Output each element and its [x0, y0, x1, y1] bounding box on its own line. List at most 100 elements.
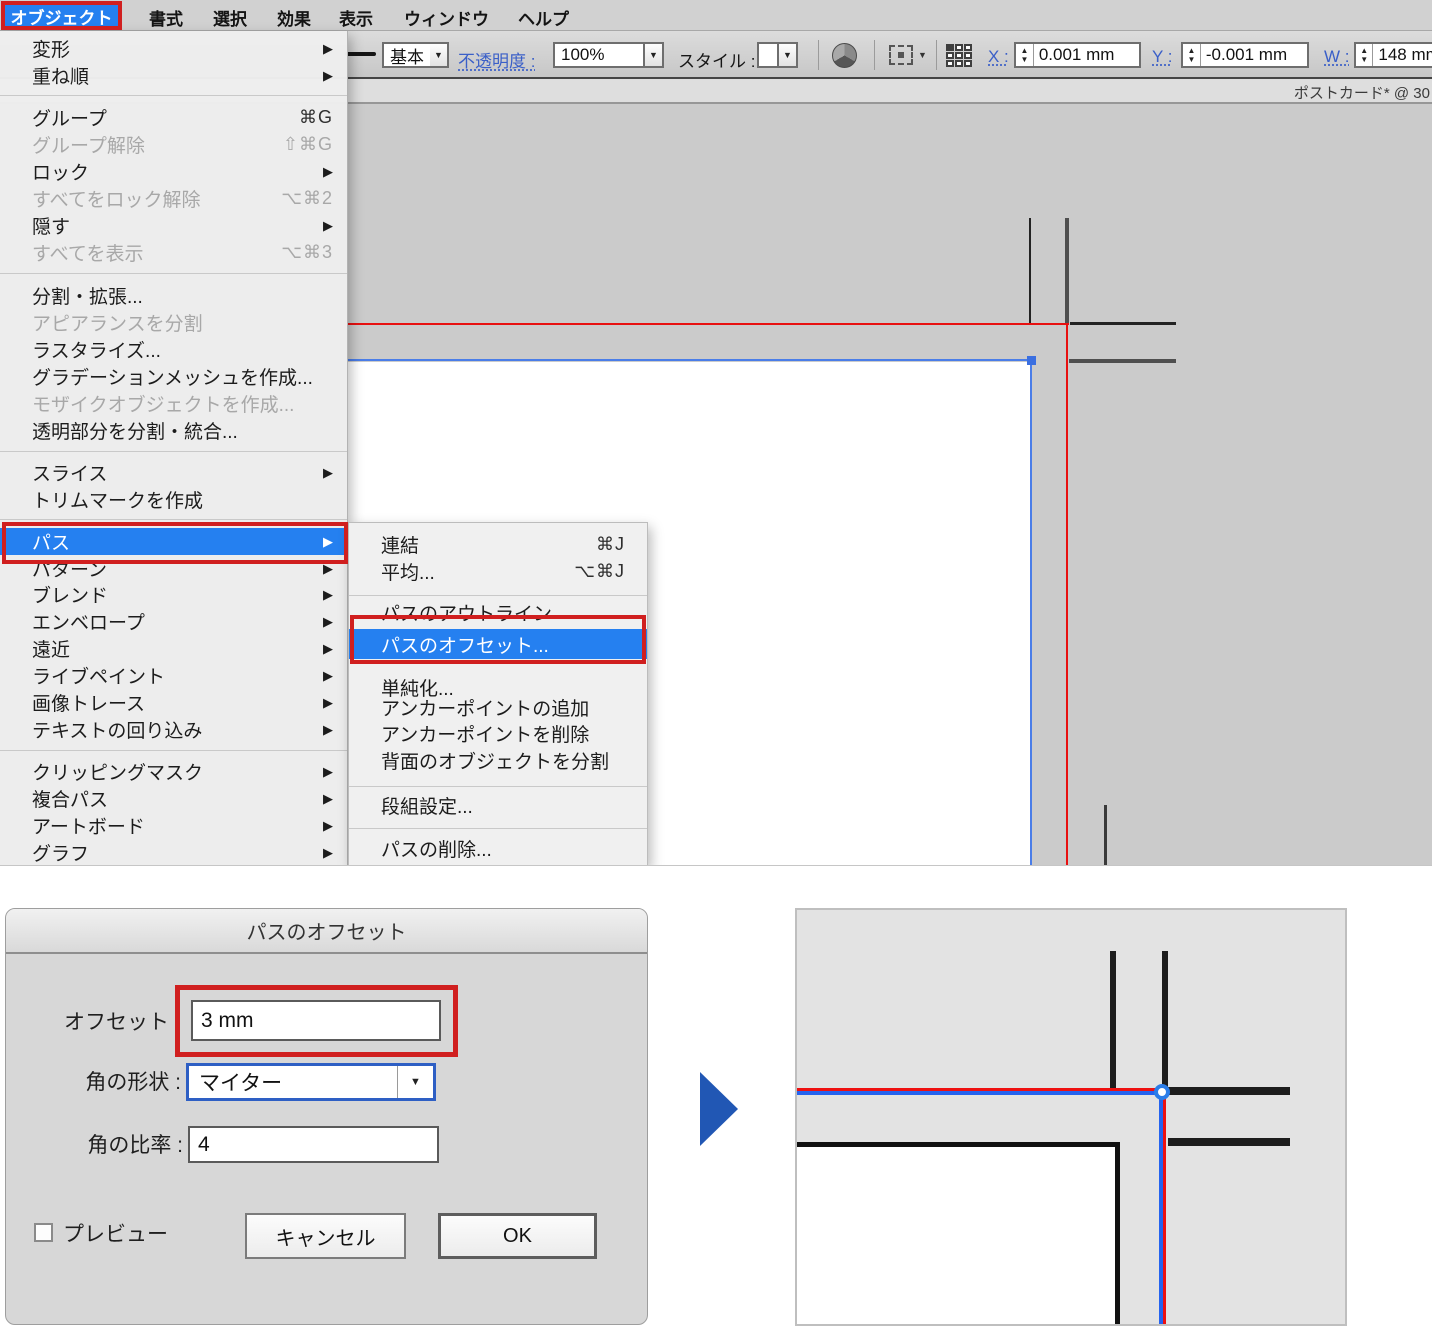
menu-item-mosaic: モザイクオブジェクトを作成... — [0, 390, 347, 417]
ok-button[interactable]: OK — [438, 1213, 597, 1259]
menu-item-live-paint[interactable]: ライブペイント▶ — [0, 662, 347, 689]
stroke-style-dropdown-icon[interactable]: ▼ — [430, 42, 449, 68]
menu-item-slice[interactable]: スライス▶ — [0, 459, 347, 486]
submenu-item-offset-path[interactable]: パスのオフセット... — [349, 629, 647, 659]
menu-item-expand[interactable]: 分割・拡張... — [0, 282, 347, 309]
menu-effect[interactable]: 効果 — [277, 5, 311, 30]
menu-item-text-wrap[interactable]: テキストの回り込み▶ — [0, 716, 347, 743]
y-stepper[interactable]: ▲▼ — [1183, 44, 1201, 66]
joins-dropdown-icon[interactable]: ▼ — [397, 1066, 433, 1098]
menu-item-group[interactable]: グループ⌘G — [0, 104, 347, 131]
menu-object[interactable]: オブジェクト — [5, 5, 118, 27]
menu-item-lock[interactable]: ロック▶ — [0, 158, 347, 185]
width-stepper[interactable]: ▲▼ — [1356, 44, 1373, 66]
illustrator-offset-path-tutorial: ポストカード* @ 30 基本 ▼ 不透明度 : ▼ スタイル : ▼ ▼ X … — [0, 0, 1432, 1328]
menu-item-rasterize[interactable]: ラスタライズ... — [0, 336, 347, 363]
recolor-artwork-icon[interactable] — [832, 43, 857, 68]
submenu-arrow-icon: ▶ — [323, 791, 333, 807]
toolbar-divider — [818, 40, 819, 70]
reference-point-locator-icon[interactable] — [946, 44, 972, 67]
submenu-item-join[interactable]: 連結⌘J — [349, 531, 647, 558]
offset-path-red-horizontal — [348, 323, 1069, 325]
menu-separator — [0, 519, 347, 520]
submenu-arrow-icon: ▶ — [323, 722, 333, 738]
submenu-arrow-icon: ▶ — [323, 764, 333, 780]
menu-item-perspective[interactable]: 遠近▶ — [0, 635, 347, 662]
document-tab[interactable]: ポストカード* @ 30 — [1294, 82, 1430, 103]
menu-type[interactable]: 書式 — [149, 5, 183, 30]
menu-item-flatten-transparency[interactable]: 透明部分を分割・統合... — [0, 417, 347, 444]
menu-help[interactable]: ヘルプ — [518, 5, 569, 30]
miter-limit-input[interactable] — [188, 1126, 439, 1163]
menu-view[interactable]: 表示 — [339, 5, 373, 30]
trim-mark-horizontal-top — [1168, 1087, 1290, 1095]
joins-value: マイター — [189, 1067, 397, 1097]
cancel-button[interactable]: キャンセル — [245, 1213, 406, 1259]
x-stepper[interactable]: ▲▼ — [1016, 44, 1034, 66]
trim-mark-vertical-inner — [1110, 951, 1116, 1093]
style-swatch[interactable] — [757, 42, 779, 68]
x-position-link[interactable]: X : — [988, 47, 1009, 67]
menu-separator — [0, 750, 347, 751]
trim-mark-vertical-inner — [1029, 218, 1031, 325]
width-input[interactable] — [1373, 44, 1432, 66]
postcard-artwork-corner — [797, 1142, 1120, 1326]
submenu-item-average[interactable]: 平均...⌥⌘J — [349, 558, 647, 585]
y-position-input[interactable] — [1201, 44, 1307, 66]
menu-item-hide[interactable]: 隠す▶ — [0, 212, 347, 239]
offset-path-dialog: パスのオフセット オフセット 角の形状 : マイター ▼ 角の比率 : プレビュ… — [5, 908, 648, 1325]
submenu-item-remove-anchor-points[interactable]: アンカーポイントを削除 — [349, 720, 647, 747]
submenu-item-divide-objects-below[interactable]: 背面のオブジェクトを分割 — [349, 747, 647, 774]
offset-label: オフセット — [26, 1009, 169, 1036]
stroke-preview-icon — [345, 52, 376, 56]
submenu-item-outline-stroke[interactable]: パスのアウトライン — [349, 599, 647, 626]
preview-checkbox[interactable] — [34, 1223, 53, 1242]
menu-select[interactable]: 選択 — [213, 5, 247, 30]
x-position-input[interactable] — [1034, 44, 1139, 66]
joins-select[interactable]: マイター ▼ — [186, 1063, 436, 1101]
selection-anchor-point[interactable] — [1027, 356, 1036, 365]
opacity-dropdown-icon[interactable]: ▼ — [645, 42, 664, 68]
menu-item-arrange[interactable]: 重ね順▶ — [0, 62, 347, 89]
menu-item-image-trace[interactable]: 画像トレース▶ — [0, 689, 347, 716]
menu-item-artboards[interactable]: アートボード▶ — [0, 812, 347, 839]
menu-item-trim-marks[interactable]: トリムマークを作成 — [0, 486, 347, 513]
menu-item-graph[interactable]: グラフ▶ — [0, 839, 347, 866]
menu-item-envelope[interactable]: エンベロープ▶ — [0, 608, 347, 635]
opacity-link[interactable]: 不透明度 : — [458, 47, 535, 72]
menu-window[interactable]: ウィンドウ — [404, 5, 489, 30]
style-dropdown-icon[interactable]: ▼ — [779, 42, 798, 68]
menu-item-pattern[interactable]: パターン▶ — [0, 555, 347, 582]
menu-separator — [349, 595, 647, 596]
stroke-style-select[interactable]: 基本 — [382, 42, 432, 68]
submenu-arrow-icon: ▶ — [323, 218, 333, 234]
submenu-item-add-anchor-points[interactable]: アンカーポイントの追加 — [349, 694, 647, 721]
menu-item-compound-path[interactable]: 複合パス▶ — [0, 785, 347, 812]
submenu-item-clean-up[interactable]: パスの削除... — [349, 835, 647, 862]
offset-input[interactable] — [191, 1000, 441, 1041]
menu-item-transform[interactable]: 変形▶ — [0, 35, 347, 62]
width-link[interactable]: W : — [1324, 47, 1350, 67]
width-field[interactable]: ▲▼ — [1354, 42, 1432, 68]
y-position-link[interactable]: Y : — [1152, 47, 1172, 67]
opacity-field[interactable] — [553, 42, 645, 68]
menu-item-flatten-appearance: アピアランスを分割 — [0, 309, 347, 336]
opacity-input[interactable] — [555, 45, 643, 65]
menu-item-blend[interactable]: ブレンド▶ — [0, 581, 347, 608]
y-position-field[interactable]: ▲▼ — [1181, 42, 1309, 68]
menu-item-clipping-mask[interactable]: クリッピングマスク▶ — [0, 758, 347, 785]
submenu-arrow-icon: ▶ — [323, 561, 333, 577]
menu-item-gradient-mesh[interactable]: グラデーションメッシュを作成... — [0, 363, 347, 390]
x-position-field[interactable]: ▲▼ — [1014, 42, 1141, 68]
style-label: スタイル : — [678, 47, 755, 72]
illustrator-screenshot: ポストカード* @ 30 基本 ▼ 不透明度 : ▼ スタイル : ▼ ▼ X … — [0, 0, 1432, 866]
select-similar-icon[interactable] — [889, 45, 913, 65]
menu-item-path[interactable]: パス▶ — [0, 528, 347, 555]
submenu-item-split-into-grid[interactable]: 段組設定... — [349, 792, 647, 819]
select-similar-dropdown-icon[interactable]: ▼ — [918, 50, 927, 60]
offset-path-red-vertical — [1163, 1095, 1166, 1326]
menu-separator — [0, 95, 347, 96]
result-arrow-icon — [700, 1072, 738, 1146]
object-menu-dropdown: 変形▶ 重ね順▶ グループ⌘G グループ解除⇧⌘G ロック▶ すべてをロック解除… — [0, 31, 348, 866]
selection-edge-right — [1030, 359, 1032, 866]
